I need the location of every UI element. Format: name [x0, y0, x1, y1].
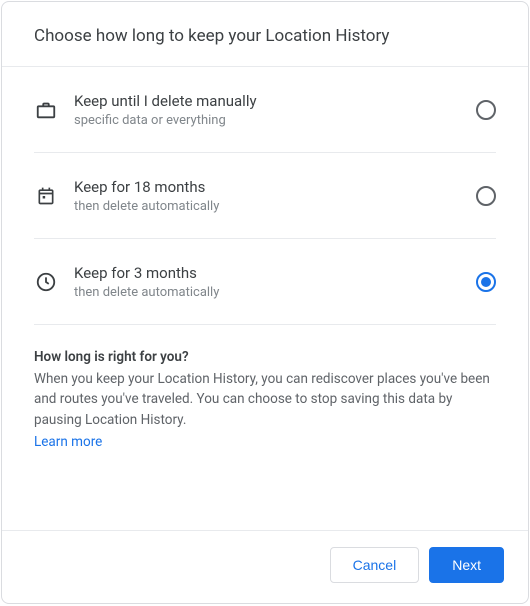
option-text: Keep until I delete manually specific da…: [74, 91, 476, 128]
next-button[interactable]: Next: [429, 547, 504, 583]
option-title: Keep for 3 months: [74, 263, 476, 284]
option-title: Keep until I delete manually: [74, 91, 476, 112]
info-text: When you keep your Location History, you…: [34, 369, 496, 430]
option-subtitle: then delete automatically: [74, 199, 476, 214]
dialog-footer: Cancel Next: [2, 530, 528, 603]
option-keep-manual[interactable]: Keep until I delete manually specific da…: [34, 67, 496, 153]
option-text: Keep for 18 months then delete automatic…: [74, 177, 476, 214]
info-section: How long is right for you? When you keep…: [2, 325, 528, 530]
radio-button[interactable]: [476, 272, 496, 292]
learn-more-link[interactable]: Learn more: [34, 434, 102, 450]
calendar-icon: [34, 184, 58, 208]
option-title: Keep for 18 months: [74, 177, 476, 198]
option-text: Keep for 3 months then delete automatica…: [74, 263, 476, 300]
info-heading: How long is right for you?: [34, 349, 496, 365]
dialog: Choose how long to keep your Location Hi…: [1, 1, 529, 604]
option-keep-18-months[interactable]: Keep for 18 months then delete automatic…: [34, 153, 496, 239]
options-list: Keep until I delete manually specific da…: [2, 67, 528, 325]
dialog-title: Choose how long to keep your Location Hi…: [34, 26, 504, 46]
radio-button[interactable]: [476, 100, 496, 120]
option-subtitle: specific data or everything: [74, 113, 476, 128]
option-subtitle: then delete automatically: [74, 285, 476, 300]
cancel-button[interactable]: Cancel: [330, 547, 420, 583]
dialog-header: Choose how long to keep your Location Hi…: [2, 2, 528, 67]
briefcase-icon: [34, 98, 58, 122]
option-keep-3-months[interactable]: Keep for 3 months then delete automatica…: [34, 239, 496, 325]
radio-button[interactable]: [476, 186, 496, 206]
clock-icon: [34, 270, 58, 294]
